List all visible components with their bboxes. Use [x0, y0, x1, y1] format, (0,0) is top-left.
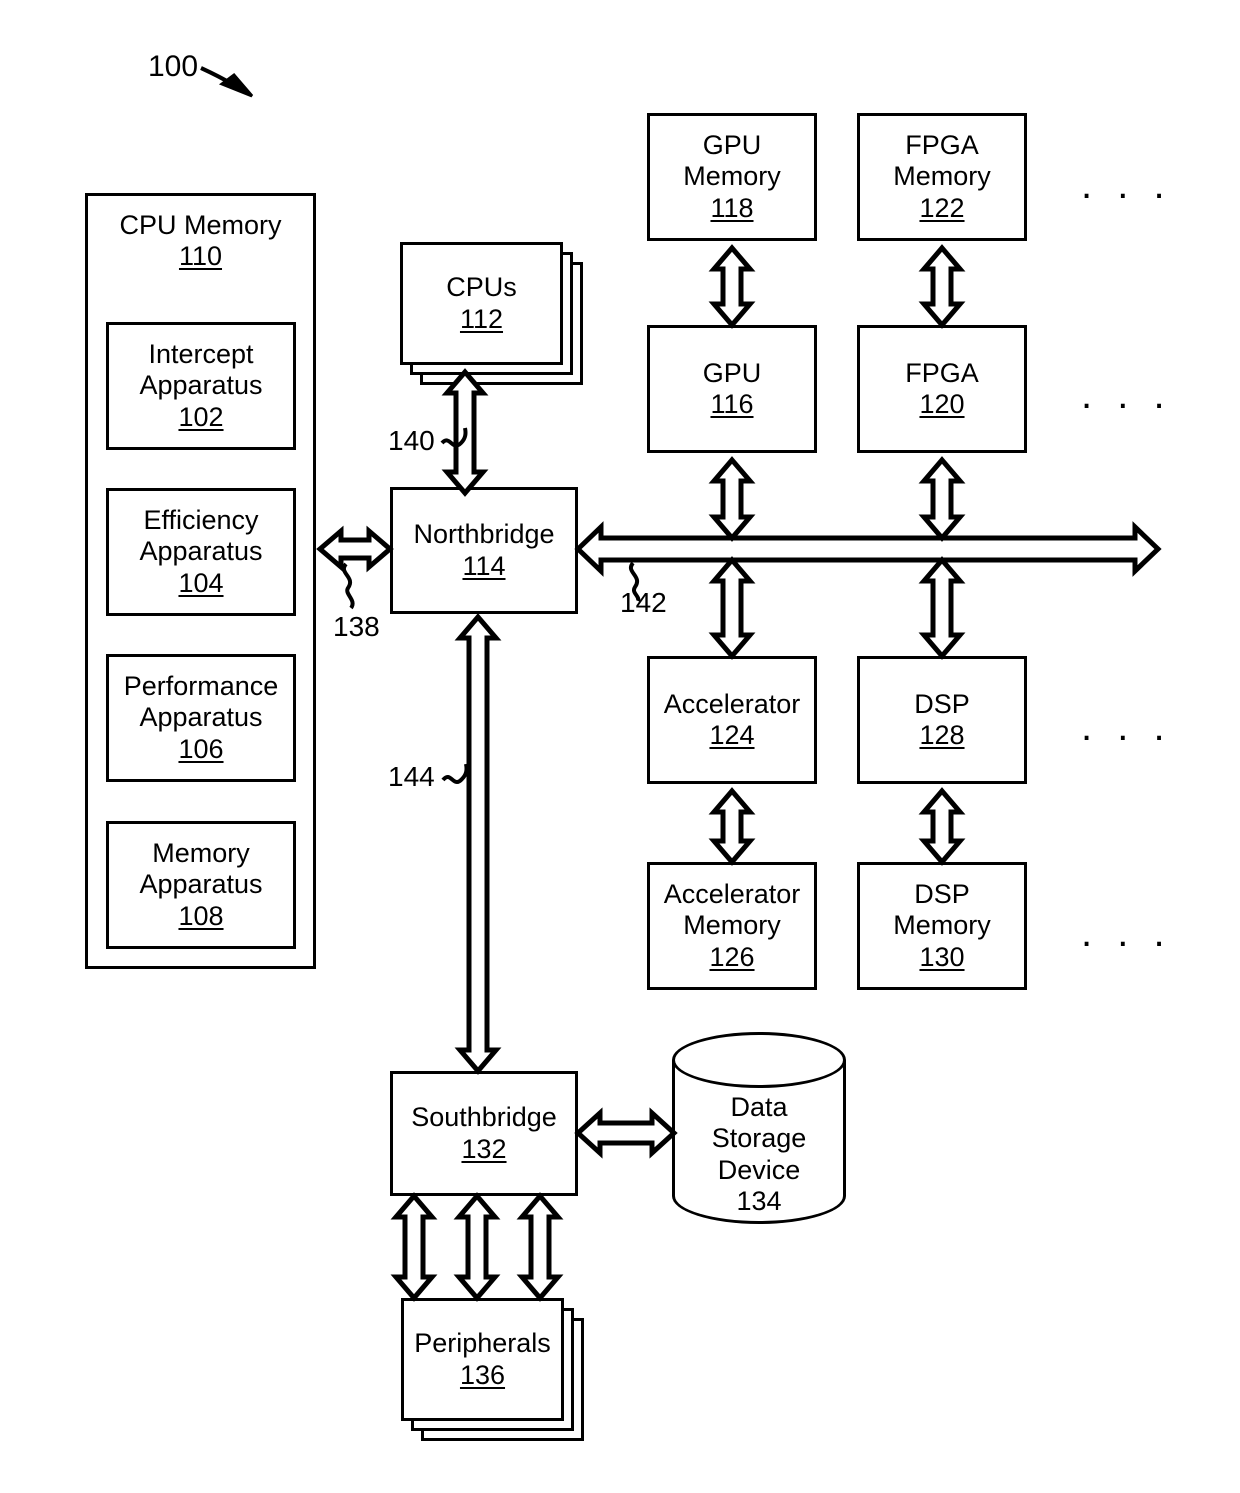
gpu-block: GPU 116 [647, 325, 817, 453]
accelerator-memory-line2: Memory [683, 910, 781, 941]
arrow-southbridge-datastorage [574, 1107, 678, 1159]
leader-squiggle-138 [342, 562, 355, 610]
leader-squiggle-140 [440, 427, 468, 448]
gpu-memory-block: GPU Memory 118 [647, 113, 817, 241]
arrow-southbridge-peripherals-1 [390, 1192, 438, 1302]
peripherals-block: Peripherals 136 [401, 1298, 564, 1421]
southbridge-ref: 132 [461, 1133, 507, 1164]
dsp-memory-block: DSP Memory 130 [857, 862, 1027, 990]
cpu-memory-ref: 110 [178, 241, 223, 272]
fpga-ref: 120 [919, 389, 965, 419]
cpus-block: CPUs 112 [400, 242, 563, 365]
peripherals-ref: 136 [459, 1359, 506, 1390]
arrow-cpumemory-northbridge [316, 525, 394, 573]
figure-leader-arrowhead [218, 72, 254, 98]
performance-apparatus-line1: Performance [123, 671, 279, 702]
dsp-block: DSP 128 [857, 656, 1027, 784]
efficiency-apparatus-line1: Efficiency [143, 505, 259, 536]
gpu-memory-line1: GPU [702, 130, 762, 161]
ellipsis-accelerator-memory-row: . . . [1081, 911, 1172, 955]
arrow-bus-dsp [918, 556, 966, 660]
memory-apparatus-line1: Memory [152, 838, 250, 869]
leader-label-142: 142 [620, 587, 667, 618]
arrow-peripheral-bus [574, 521, 1162, 577]
performance-apparatus-ref: 106 [178, 733, 224, 764]
fpga-memory-line1: FPGA [905, 130, 979, 161]
northbridge-title: Northbridge [413, 519, 555, 550]
memory-apparatus-block: Memory Apparatus 108 [106, 821, 296, 949]
northbridge-block: Northbridge 114 [390, 487, 578, 614]
cpus-title: CPUs [446, 272, 517, 303]
cylinder-top-cap [672, 1032, 846, 1088]
figure-leader-line [200, 66, 234, 86]
arrow-southbridge-peripherals-3 [516, 1192, 564, 1302]
arrow-accelerator-acceleratormemory [708, 787, 756, 866]
leader-label-138: 138 [333, 611, 380, 642]
dsp-ref: 128 [919, 720, 965, 750]
dsp-memory-line2: Memory [893, 910, 991, 941]
peripherals-title: Peripherals [414, 1328, 551, 1359]
gpu-ref: 116 [710, 389, 754, 419]
accelerator-block: Accelerator 124 [647, 656, 817, 784]
data-storage-line1: Data [730, 1092, 788, 1122]
efficiency-apparatus-ref: 104 [178, 567, 224, 598]
intercept-apparatus-block: Intercept Apparatus 102 [106, 322, 296, 450]
fpga-memory-block: FPGA Memory 122 [857, 113, 1027, 241]
northbridge-ref: 114 [462, 550, 506, 581]
accelerator-memory-block: Accelerator Memory 126 [647, 862, 817, 990]
data-storage-device-block: Data Storage Device 134 [672, 1032, 846, 1252]
cpus-ref: 112 [459, 303, 504, 334]
figure-number-label: 100 [148, 50, 199, 83]
efficiency-apparatus-block: Efficiency Apparatus 104 [106, 488, 296, 616]
fpga-memory-ref: 122 [919, 192, 965, 223]
cpu-memory-title: CPU Memory [119, 210, 282, 240]
leader-label-144: 144 [388, 761, 435, 792]
performance-apparatus-line2: Apparatus [139, 702, 263, 733]
southbridge-block: Southbridge 132 [390, 1071, 578, 1196]
arrow-dsp-dspmemory [918, 787, 966, 866]
arrow-bus-accelerator [708, 556, 756, 660]
arrow-gpumemory-gpu [708, 244, 756, 329]
dsp-memory-line1: DSP [914, 879, 970, 910]
dsp-memory-ref: 130 [919, 941, 965, 972]
intercept-apparatus-ref: 102 [178, 401, 224, 432]
intercept-apparatus-line1: Intercept [148, 339, 254, 370]
ellipsis-processor-row: . . . [1081, 373, 1172, 417]
arrow-southbridge-peripherals-2 [453, 1192, 501, 1302]
fpga-block: FPGA 120 [857, 325, 1027, 453]
data-storage-line2: Storage [711, 1123, 807, 1154]
ellipsis-accelerator-row: . . . [1081, 705, 1172, 749]
dsp-title: DSP [914, 688, 970, 719]
accelerator-memory-ref: 126 [709, 941, 755, 972]
fpga-memory-line2: Memory [893, 161, 991, 192]
arrow-fpgamemory-fpga [918, 244, 966, 329]
gpu-title: GPU [702, 357, 762, 388]
intercept-apparatus-line2: Apparatus [139, 370, 263, 401]
accelerator-title: Accelerator [663, 688, 801, 719]
arrow-northbridge-southbridge [454, 613, 502, 1075]
data-storage-line3: Device [717, 1154, 801, 1185]
arrow-cpus-northbridge [441, 368, 489, 497]
memory-apparatus-line2: Apparatus [139, 869, 263, 900]
arrow-fpga-bus [918, 456, 966, 542]
patent-figure-system-diagram: 100 CPU Memory 110 Intercept Apparatus 1… [0, 0, 1240, 1493]
accelerator-ref: 124 [709, 720, 755, 750]
leader-label-140: 140 [388, 425, 435, 456]
gpu-memory-line2: Memory [683, 161, 781, 192]
southbridge-title: Southbridge [411, 1102, 557, 1133]
performance-apparatus-block: Performance Apparatus 106 [106, 654, 296, 782]
memory-apparatus-ref: 108 [178, 900, 224, 931]
ellipsis-memory-row: . . . [1081, 163, 1172, 207]
fpga-title: FPGA [905, 357, 979, 388]
data-storage-ref: 134 [736, 1185, 782, 1216]
efficiency-apparatus-line2: Apparatus [139, 536, 263, 567]
arrow-gpu-bus [708, 456, 756, 542]
accelerator-memory-line1: Accelerator [663, 879, 801, 910]
gpu-memory-ref: 118 [710, 192, 754, 223]
leader-squiggle-144 [441, 763, 469, 784]
